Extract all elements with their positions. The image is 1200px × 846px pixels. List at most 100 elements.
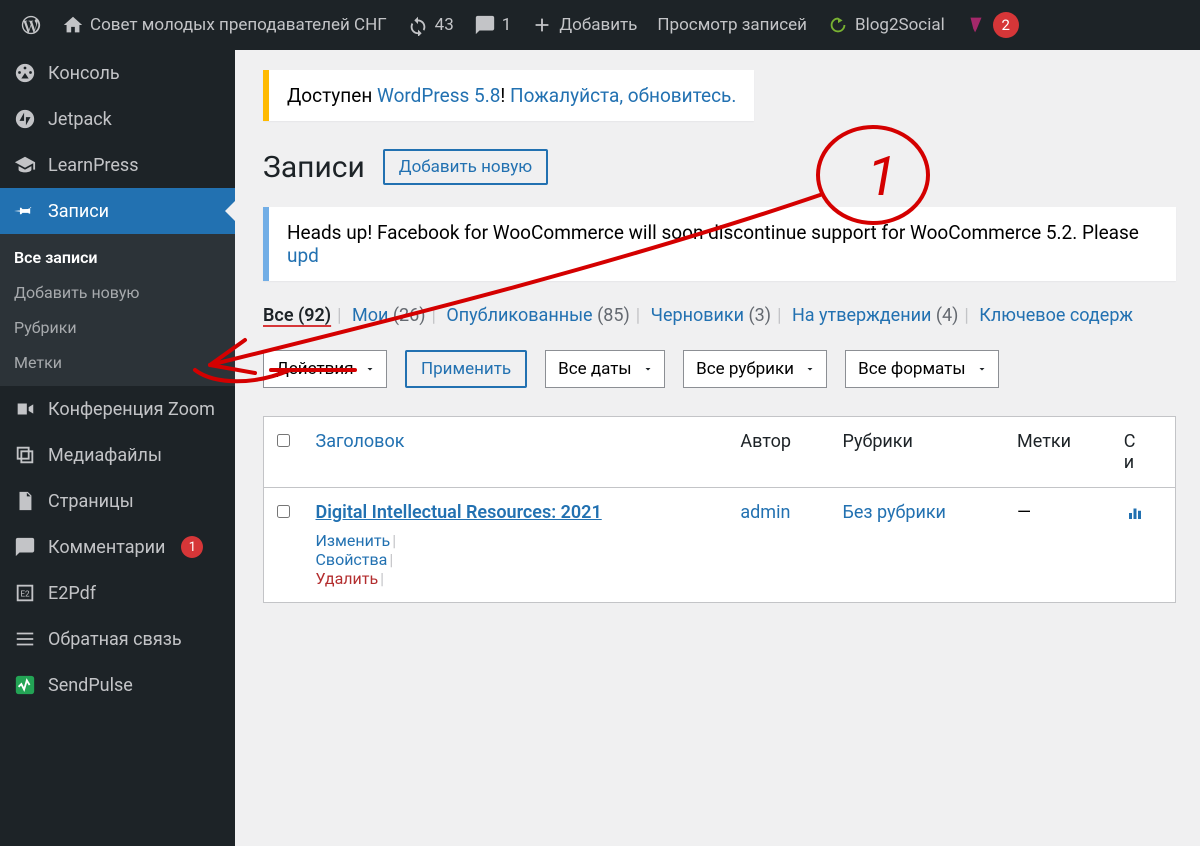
- site-title: Совет молодых преподавателей СНГ: [90, 15, 387, 35]
- col-author: Автор: [728, 417, 830, 488]
- add-new-label: Добавить: [559, 15, 637, 35]
- form-icon: [14, 628, 36, 650]
- view-posts[interactable]: Просмотр записей: [647, 0, 817, 50]
- subitem-add-new[interactable]: Добавить новую: [0, 275, 235, 310]
- update-count: 43: [435, 15, 454, 35]
- sidebar-dashboard[interactable]: Консоль: [0, 50, 235, 96]
- stats-cell[interactable]: [1112, 488, 1176, 603]
- comments-icon: [14, 536, 36, 558]
- subitem-categories[interactable]: Рубрики: [0, 310, 235, 345]
- update-wc-link[interactable]: upd: [287, 244, 319, 267]
- sidebar-posts[interactable]: Записи: [0, 188, 235, 234]
- quick-edit-link[interactable]: Свойства: [316, 550, 388, 569]
- subitem-all-posts[interactable]: Все записи: [0, 240, 235, 275]
- col-stats: Си: [1112, 417, 1176, 488]
- sidebar-jetpack[interactable]: Jetpack: [0, 96, 235, 142]
- post-title-link[interactable]: Digital Intellectual Resources: 2021: [316, 502, 602, 523]
- row-checkbox[interactable]: [277, 505, 290, 518]
- update-now-link[interactable]: Пожалуйста, обновитесь.: [510, 84, 736, 107]
- comment-count: 1: [502, 15, 512, 35]
- author-link[interactable]: admin: [740, 502, 790, 523]
- filter-drafts[interactable]: Черновики (3): [651, 305, 771, 326]
- facebook-wc-notice: Heads up! Facebook for WooCommerce will …: [263, 207, 1176, 281]
- dashboard-icon: [14, 62, 36, 84]
- tags-cell: —: [1005, 488, 1112, 603]
- date-filter-select[interactable]: Все даты: [545, 350, 665, 388]
- wordpress-update-notice: Доступен WordPress 5.8! Пожалуйста, обно…: [263, 70, 754, 121]
- sidebar-pages[interactable]: Страницы: [0, 478, 235, 524]
- stats-icon: [1124, 502, 1146, 524]
- admin-bar: Совет молодых преподавателей СНГ 43 1 До…: [0, 0, 1200, 50]
- blog2social[interactable]: Blog2Social: [817, 0, 955, 50]
- main-content: Доступен WordPress 5.8! Пожалуйста, обно…: [235, 50, 1200, 846]
- sidebar-item-label: E2Pdf: [48, 583, 96, 604]
- pin-icon: [14, 200, 36, 222]
- table-row: Digital Intellectual Resources: 2021 Изм…: [264, 488, 1176, 603]
- filter-cornerstone[interactable]: Ключевое содерж: [979, 305, 1133, 326]
- yoast[interactable]: 2: [955, 0, 1029, 50]
- sidebar-media[interactable]: Медиафайлы: [0, 432, 235, 478]
- sidebar-posts-submenu: Все записи Добавить новую Рубрики Метки: [0, 234, 235, 386]
- row-actions: Изменить| Свойства| Удалить|: [316, 531, 717, 588]
- plus-icon: [531, 14, 553, 36]
- sidebar-item-label: Обратная связь: [48, 629, 182, 650]
- sidebar-e2pdf[interactable]: E2 E2Pdf: [0, 570, 235, 616]
- comments[interactable]: 1: [464, 0, 522, 50]
- wordpress-logo[interactable]: [10, 0, 52, 50]
- sidebar-learnpress[interactable]: LearnPress: [0, 142, 235, 188]
- col-categories: Рубрики: [831, 417, 1006, 488]
- camera-icon: [14, 398, 36, 420]
- sidebar-sendpulse[interactable]: SendPulse: [0, 662, 235, 708]
- e2pdf-icon: E2: [14, 582, 36, 604]
- bulk-actions-select[interactable]: Действия: [263, 350, 387, 388]
- page-title: Записи: [263, 150, 365, 185]
- category-link[interactable]: Без рубрики: [843, 502, 946, 523]
- sidebar-item-label: Jetpack: [48, 109, 112, 130]
- sidebar-item-label: Страницы: [48, 491, 134, 512]
- sidebar-item-label: Консоль: [48, 63, 120, 84]
- trash-link[interactable]: Удалить: [316, 569, 379, 588]
- admin-sidebar: Консоль Jetpack LearnPress Записи Все за…: [0, 50, 235, 846]
- sidebar-item-label: Комментарии: [48, 537, 165, 558]
- category-filter-select[interactable]: Все рубрики: [683, 350, 827, 388]
- updates[interactable]: 43: [397, 0, 464, 50]
- posts-table: Заголовок Автор Рубрики Метки Си Digital…: [263, 416, 1176, 603]
- edit-link[interactable]: Изменить: [316, 531, 391, 550]
- jetpack-icon: [14, 108, 36, 130]
- col-tags: Метки: [1005, 417, 1112, 488]
- sidebar-comments[interactable]: Комментарии 1: [0, 524, 235, 570]
- comments-count-badge: 1: [181, 536, 203, 558]
- home-icon: [62, 14, 84, 36]
- sidebar-item-label: Записи: [48, 201, 109, 222]
- apply-button[interactable]: Применить: [405, 350, 527, 388]
- notice-text: !: [500, 84, 510, 107]
- sidebar-zoom[interactable]: Конференция Zoom: [0, 386, 235, 432]
- sidebar-item-label: LearnPress: [48, 155, 138, 176]
- format-filter-select[interactable]: Все форматы: [845, 350, 999, 388]
- add-new-button[interactable]: Добавить новую: [383, 149, 548, 185]
- sidebar-item-label: Медиафайлы: [48, 445, 162, 466]
- wordpress-icon: [20, 14, 42, 36]
- col-title[interactable]: Заголовок: [304, 417, 729, 488]
- filter-mine[interactable]: Мои (26): [352, 305, 426, 326]
- sidebar-feedback[interactable]: Обратная связь: [0, 616, 235, 662]
- site-home[interactable]: Совет молодых преподавателей СНГ: [52, 0, 397, 50]
- filter-published[interactable]: Опубликованные (85): [446, 305, 629, 326]
- share-icon: [827, 14, 849, 36]
- wp-version-link[interactable]: WordPress 5.8: [377, 84, 500, 107]
- add-new[interactable]: Добавить: [521, 0, 647, 50]
- media-icon: [14, 444, 36, 466]
- page-icon: [14, 490, 36, 512]
- subitem-tags[interactable]: Метки: [0, 345, 235, 380]
- refresh-icon: [407, 14, 429, 36]
- comment-icon: [474, 14, 496, 36]
- svg-text:E2: E2: [20, 590, 30, 600]
- graduation-icon: [14, 154, 36, 176]
- sendpulse-icon: [14, 674, 36, 696]
- view-posts-label: Просмотр записей: [657, 15, 807, 35]
- sidebar-item-label: Конференция Zoom: [48, 399, 215, 420]
- blog2social-label: Blog2Social: [855, 15, 945, 35]
- filter-pending[interactable]: На утверждении (4): [792, 305, 958, 326]
- filter-all[interactable]: Все (92): [263, 305, 331, 326]
- select-all-checkbox[interactable]: [277, 434, 290, 447]
